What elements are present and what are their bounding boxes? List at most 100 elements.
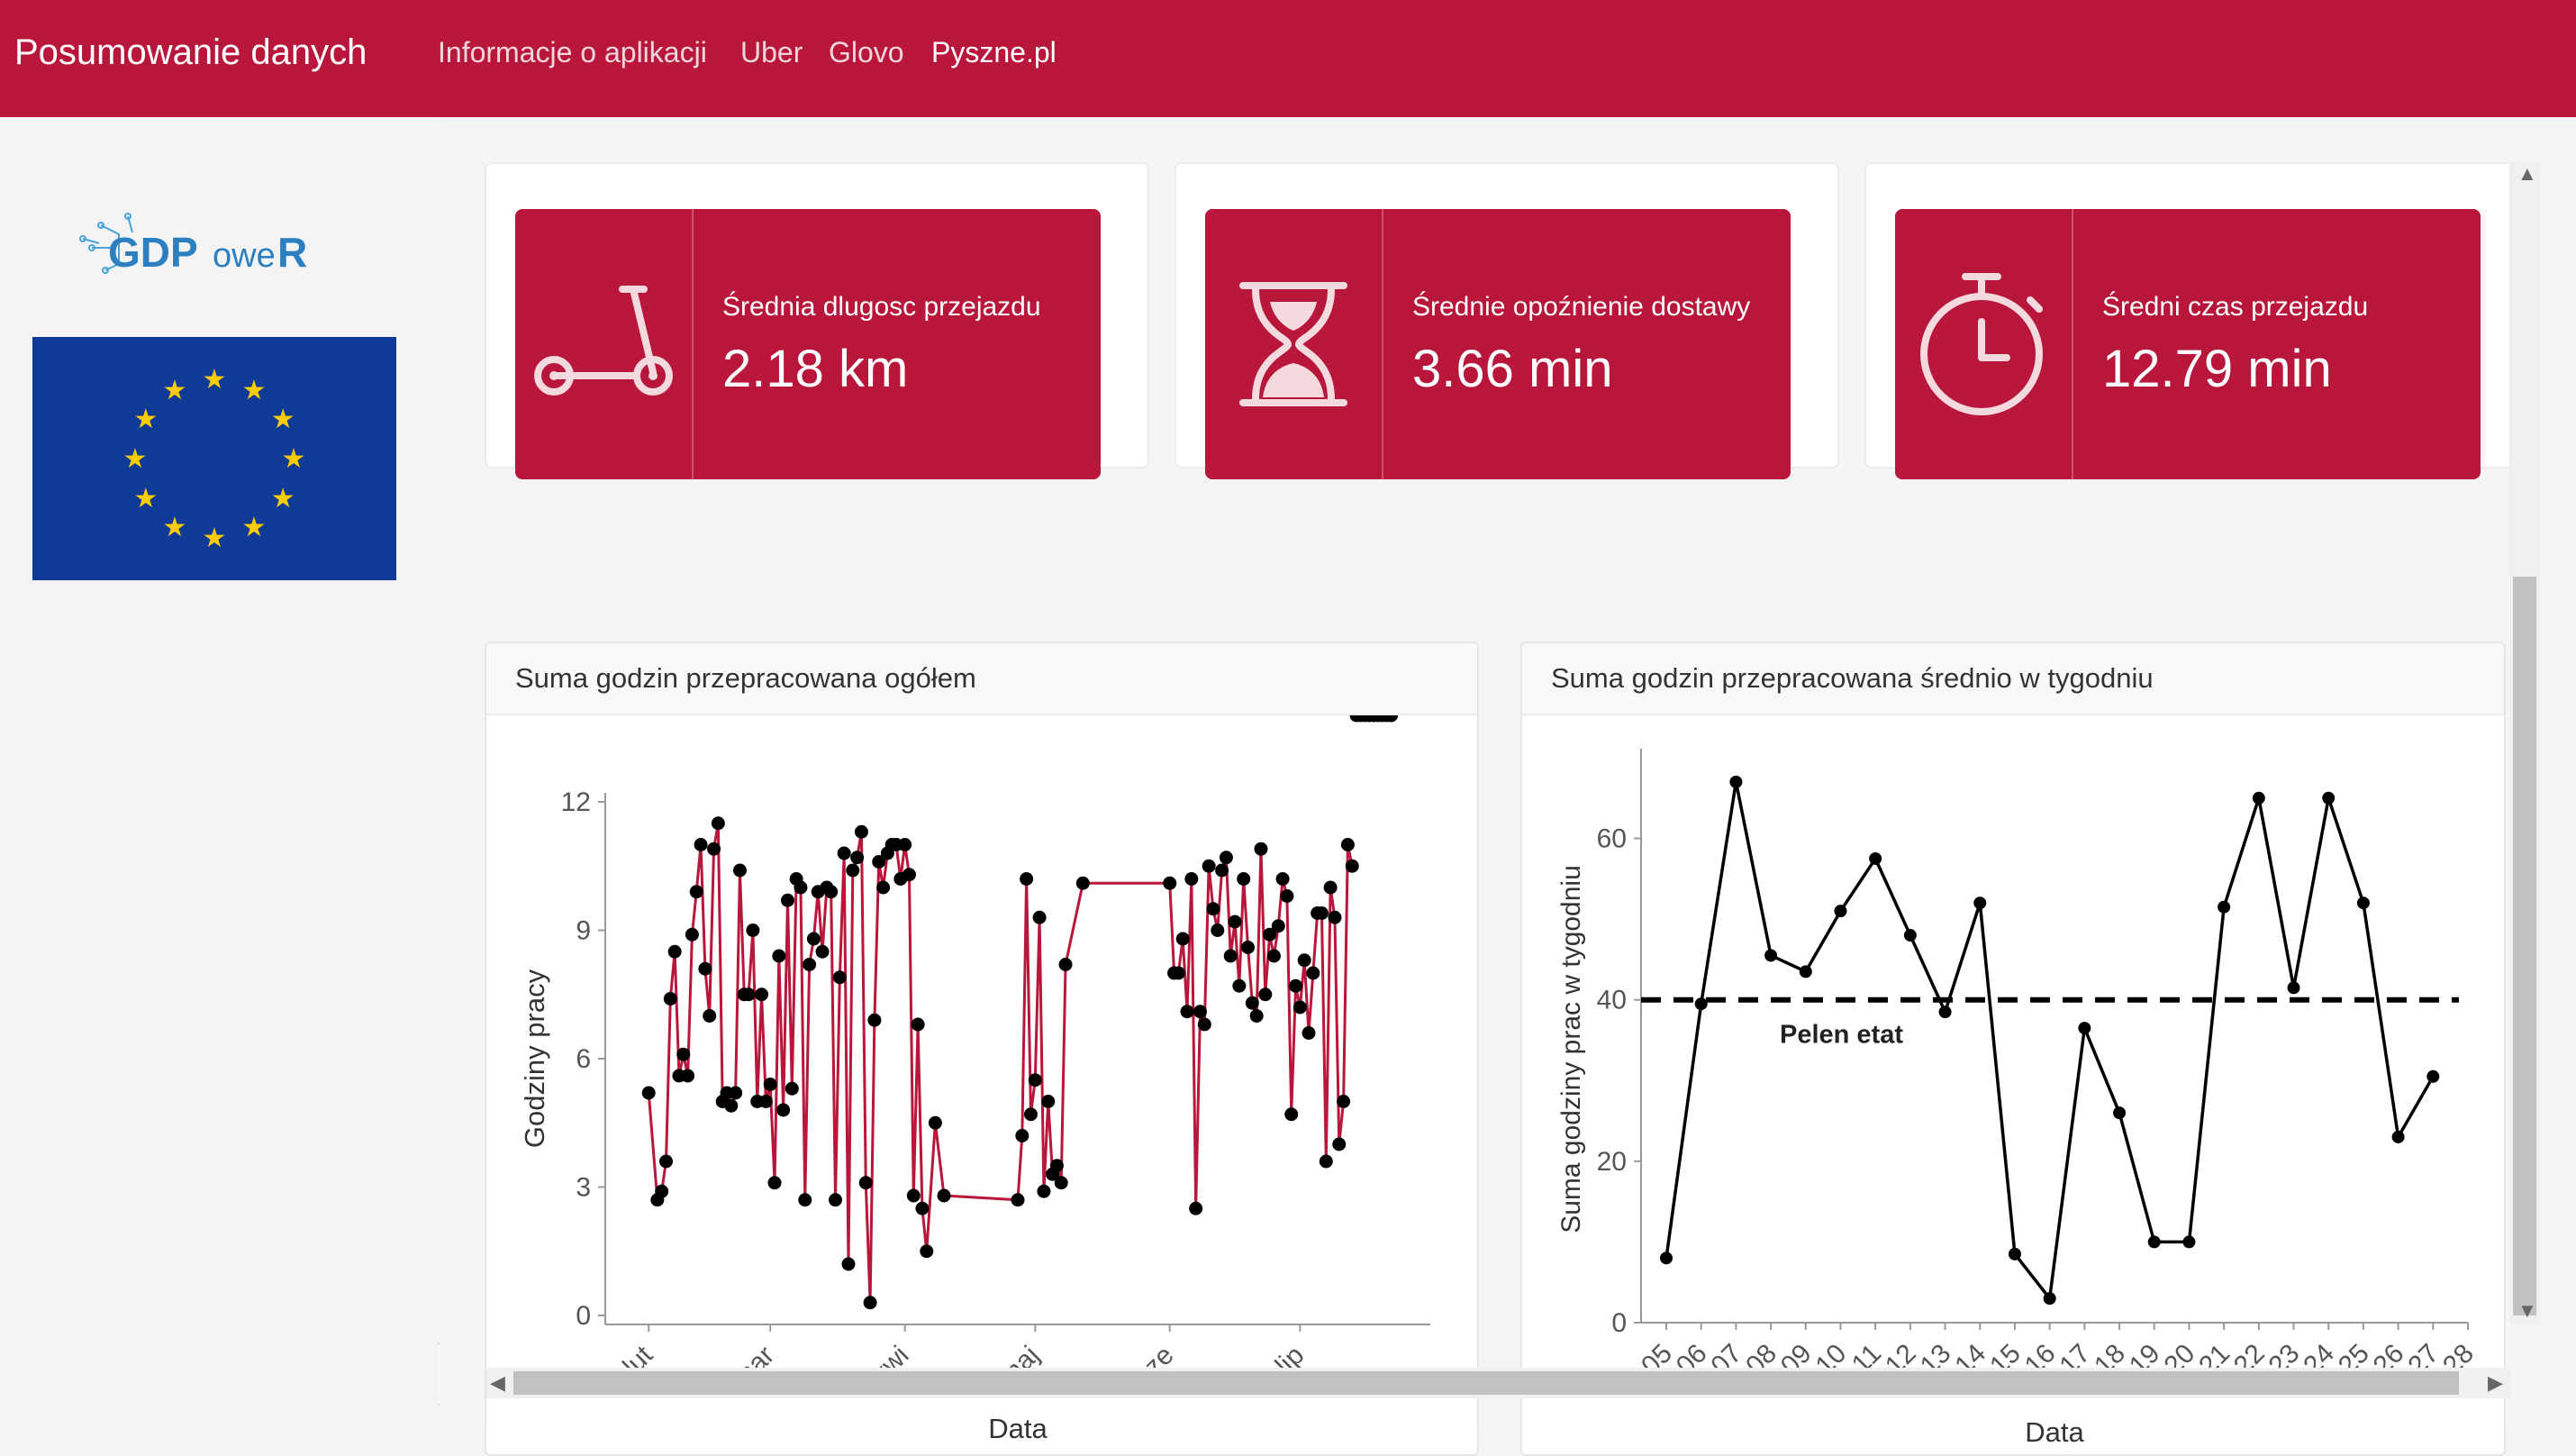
chart-title: Suma godzin przepracowana ogółem — [486, 643, 1477, 715]
horizontal-scroll-thumb[interactable] — [513, 1371, 2459, 1395]
data-point — [1075, 876, 1090, 890]
data-point — [1302, 1026, 1316, 1040]
y-tick-label: 6 — [576, 1044, 591, 1074]
data-point — [1834, 905, 1847, 918]
nav-pyszne[interactable]: Pyszne.pl — [931, 36, 1057, 69]
scroll-right-icon[interactable]: ▶ — [2488, 1371, 2503, 1395]
top-navbar: Posumowanie danych Informacje o aplikacj… — [0, 0, 2576, 117]
x-axis-title: Data — [2025, 1416, 2084, 1448]
y-axis-title: Suma godziny prac w tygodniu — [1556, 865, 1586, 1233]
data-point — [689, 885, 703, 899]
data-point — [1323, 880, 1338, 895]
data-point — [2008, 1247, 2021, 1260]
vertical-scroll-thumb[interactable] — [2513, 577, 2536, 1315]
y-tick-label: 40 — [1597, 986, 1627, 1015]
data-point — [1206, 902, 1220, 916]
scroll-down-icon[interactable]: ▼ — [2517, 1299, 2537, 1323]
data-point — [1293, 1000, 1307, 1015]
kpi-label: Średnie opoźnienie dostawy — [1412, 291, 1751, 322]
app-brand[interactable]: Posumowanie danych — [14, 32, 367, 73]
data-point — [1340, 838, 1355, 851]
kpi-box: Średni czas przejazdu 12.79 min — [1895, 209, 2481, 479]
data-point — [1319, 1154, 1333, 1169]
eu-star-icon: ★ — [123, 443, 148, 475]
data-point — [1028, 1073, 1042, 1087]
kpi-card-duration: Średni czas przejazdu 12.79 min — [1864, 162, 2529, 479]
data-point — [655, 1184, 669, 1198]
data-point — [867, 1013, 882, 1027]
data-point — [928, 1115, 942, 1130]
data-point — [776, 1103, 791, 1117]
data-point — [741, 987, 756, 1002]
data-point — [1202, 859, 1216, 873]
data-point — [832, 970, 847, 985]
vertical-scrollbar[interactable]: ▲ ▼ — [2509, 162, 2540, 1324]
data-point — [2182, 1235, 2196, 1249]
kpi-value: 2.18 km — [722, 339, 909, 398]
data-point — [1049, 1159, 1064, 1173]
data-point — [1228, 915, 1242, 929]
data-point — [1211, 924, 1225, 937]
data-point — [1973, 896, 1987, 910]
nav-uber[interactable]: Uber — [740, 36, 803, 69]
kpi-card-delay: Średnie opoźnienie dostawy 3.66 min — [1175, 162, 1839, 479]
chart-card-weekly-hours: Suma godzin przepracowana średnio w tygo… — [1520, 642, 2506, 1456]
data-point — [755, 987, 769, 1002]
kpi-label: Średni czas przejazdu — [2102, 291, 2369, 322]
data-point — [1163, 876, 1177, 890]
data-point — [829, 1193, 843, 1207]
data-point — [1297, 953, 1311, 968]
eu-flag: ★ ★ ★ ★ ★ ★ ★ ★ ★ ★ ★ ★ — [32, 337, 396, 580]
data-point — [1249, 1009, 1264, 1023]
svg-text:R: R — [277, 229, 307, 276]
eu-star-icon: ★ — [242, 375, 267, 406]
data-point — [767, 1176, 782, 1190]
data-point — [1215, 863, 1229, 878]
eu-star-icon: ★ — [282, 443, 306, 475]
data-point — [841, 1257, 856, 1271]
data-point — [663, 992, 677, 1006]
data-point — [1180, 1005, 1194, 1019]
nav-glovo[interactable]: Glovo — [829, 36, 904, 69]
data-point — [1345, 859, 1359, 873]
eu-star-icon: ★ — [271, 404, 295, 435]
kpi-card-distance: Średnia dlugosc przejazdu 2.18 km — [485, 162, 1149, 479]
data-point — [2287, 981, 2300, 995]
svg-text:GDP: GDP — [108, 229, 198, 276]
data-point — [658, 1154, 673, 1169]
data-point — [2078, 1022, 2091, 1035]
svg-text:owe: owe — [213, 237, 276, 275]
data-point — [863, 1296, 877, 1310]
data-point — [681, 1069, 695, 1083]
scooter-icon — [515, 209, 694, 479]
data-point — [898, 838, 912, 851]
data-point — [1314, 906, 1329, 920]
data-point — [1175, 932, 1190, 946]
sidebar: GDP owe R ★ ★ ★ ★ ★ ★ ★ ★ ★ ★ ★ ★ — [0, 117, 441, 1427]
nav-informacje[interactable]: Informacje o aplikacji — [438, 36, 707, 69]
scroll-left-icon[interactable]: ◀ — [490, 1371, 505, 1395]
scroll-up-icon[interactable]: ▲ — [2517, 162, 2537, 186]
data-point — [1219, 851, 1233, 865]
y-tick-label: 0 — [1611, 1308, 1627, 1338]
data-point — [1275, 872, 1290, 886]
data-point — [729, 1086, 743, 1100]
data-point — [846, 863, 860, 878]
data-point — [694, 838, 708, 851]
stopwatch-icon — [1895, 209, 2073, 479]
data-point — [1171, 966, 1185, 980]
data-point — [850, 851, 865, 865]
data-point — [2252, 791, 2265, 805]
data-point — [1058, 958, 1073, 971]
data-point — [667, 944, 682, 959]
data-point — [641, 1086, 656, 1100]
data-point — [698, 961, 712, 976]
y-axis-title: Godziny pracy — [519, 969, 550, 1148]
data-point — [915, 1201, 930, 1215]
total-hours-chart: 036912lutmarkwimajczelipDataGodziny prac… — [519, 708, 1430, 1444]
main-content: Średnia dlugosc przejazdu 2.18 km Średni… — [440, 117, 2576, 1456]
horizontal-scrollbar[interactable]: ◀ ▶ — [486, 1368, 2511, 1398]
data-point — [798, 1193, 812, 1207]
kpi-value: 12.79 min — [2102, 339, 2332, 398]
data-point — [1041, 1095, 1056, 1108]
